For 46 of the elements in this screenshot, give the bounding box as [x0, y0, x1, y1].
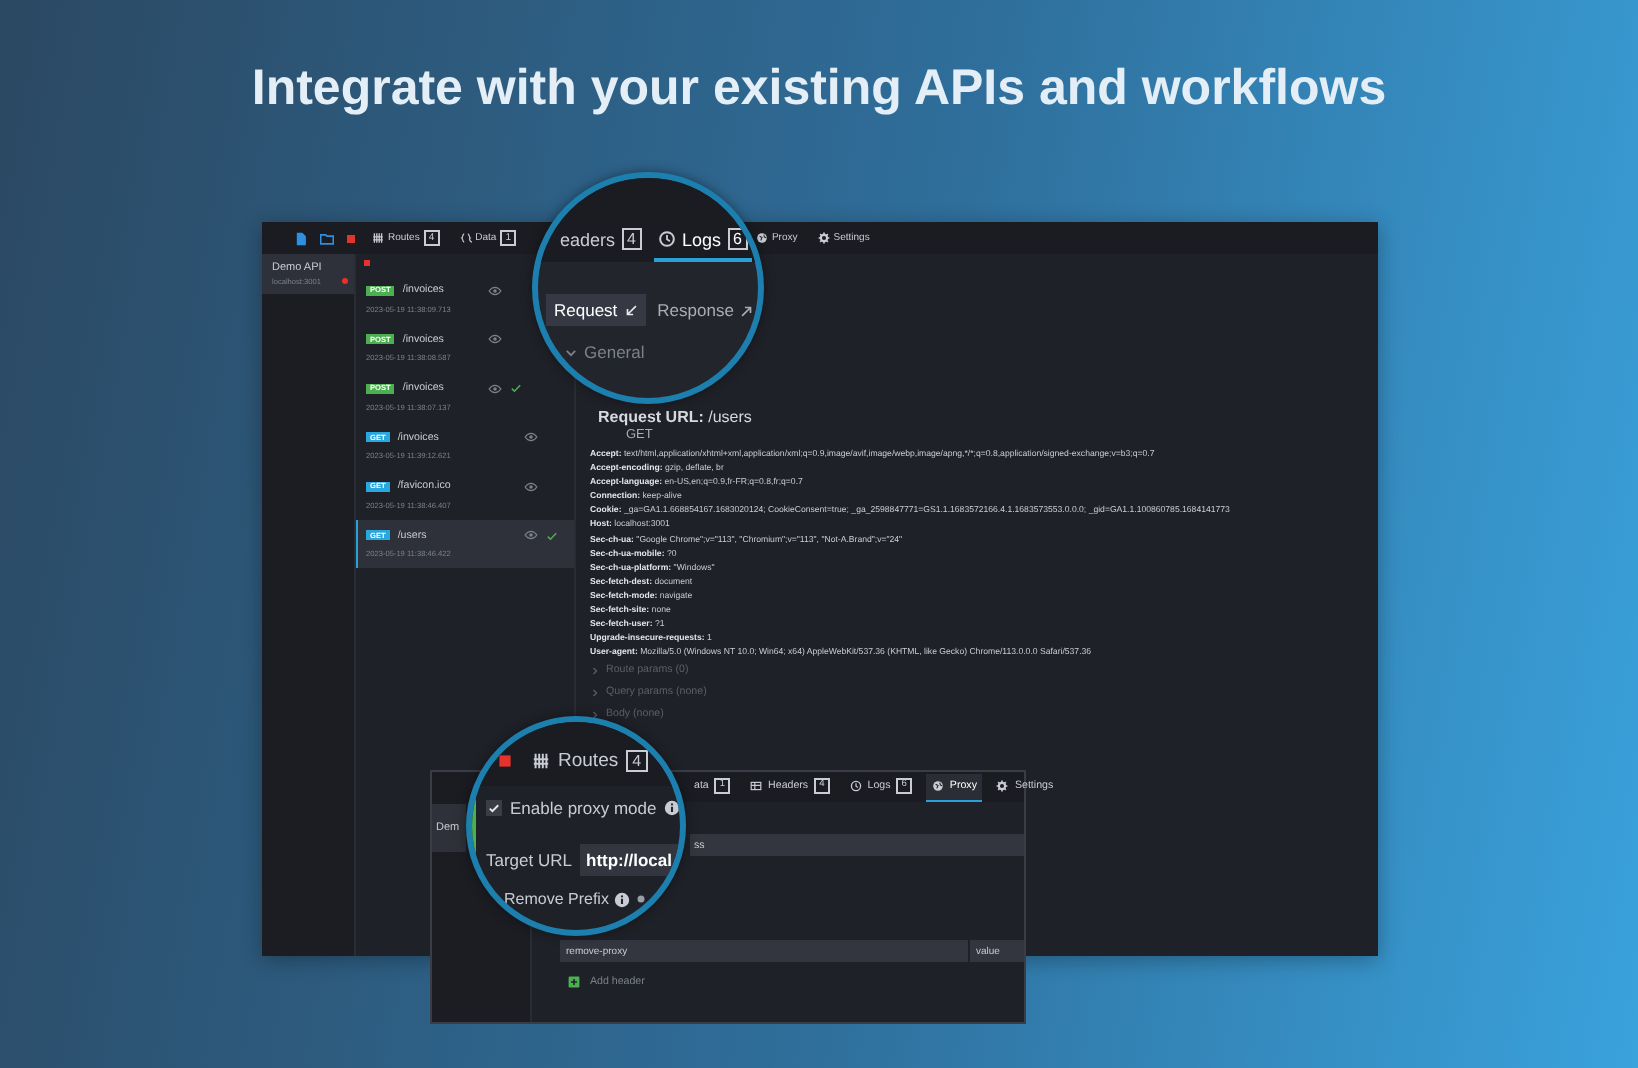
field-label: Target URL — [486, 850, 572, 870]
headline: Integrate with your existing APIs and workflows — [251, 60, 1387, 118]
tab[interactable]: Logs 6 — [653, 228, 752, 262]
routes-icon — [372, 232, 384, 244]
chevron-down-icon — [564, 345, 578, 359]
target-url-field[interactable]: http://local — [580, 844, 678, 876]
eye-icon[interactable] — [488, 381, 502, 396]
arrow-up-right-icon — [739, 303, 754, 317]
tab[interactable]: Routes 4 — [532, 749, 648, 771]
toggle-dot-icon — [636, 894, 647, 904]
braces-icon — [459, 232, 472, 244]
info-icon — [664, 800, 680, 816]
gear-icon — [817, 232, 830, 244]
eye-icon[interactable] — [488, 332, 502, 347]
count-badge: 4 — [626, 749, 648, 771]
checkbox-label: Enable proxy mode — [510, 798, 657, 818]
count-badge: 4 — [621, 228, 642, 250]
globe-icon — [755, 232, 768, 244]
count-badge: 6 — [727, 228, 748, 250]
globe-icon — [931, 780, 944, 792]
plus-icon — [568, 976, 580, 988]
table-icon — [750, 780, 763, 792]
stop-icon[interactable] — [346, 233, 356, 243]
eye-icon[interactable] — [488, 283, 502, 298]
stop-indicator-icon — [364, 260, 370, 266]
checkbox[interactable] — [486, 800, 502, 816]
status-dot — [342, 278, 348, 284]
tab[interactable]: eaders 4 — [556, 228, 646, 262]
arrow-down-left-icon — [623, 303, 638, 317]
folder-icon[interactable] — [320, 231, 334, 245]
request-url: Request URL: /users — [598, 408, 754, 426]
eye-icon[interactable] — [524, 528, 538, 543]
section-toggle[interactable]: General — [564, 342, 645, 362]
stop-icon[interactable] — [498, 753, 512, 767]
gear-icon — [996, 780, 1009, 792]
eye-icon[interactable] — [524, 430, 538, 445]
clock-icon — [849, 780, 862, 792]
field-label: Remove Prefix — [504, 890, 609, 908]
info-icon — [614, 891, 631, 907]
check-icon — [488, 802, 500, 814]
tab[interactable]: Request — [546, 294, 646, 326]
tab[interactable]: Response — [649, 294, 758, 326]
routes-icon — [532, 751, 550, 769]
eye-icon[interactable] — [524, 479, 538, 494]
file-icon[interactable] — [294, 231, 308, 245]
clock-icon — [657, 230, 676, 248]
